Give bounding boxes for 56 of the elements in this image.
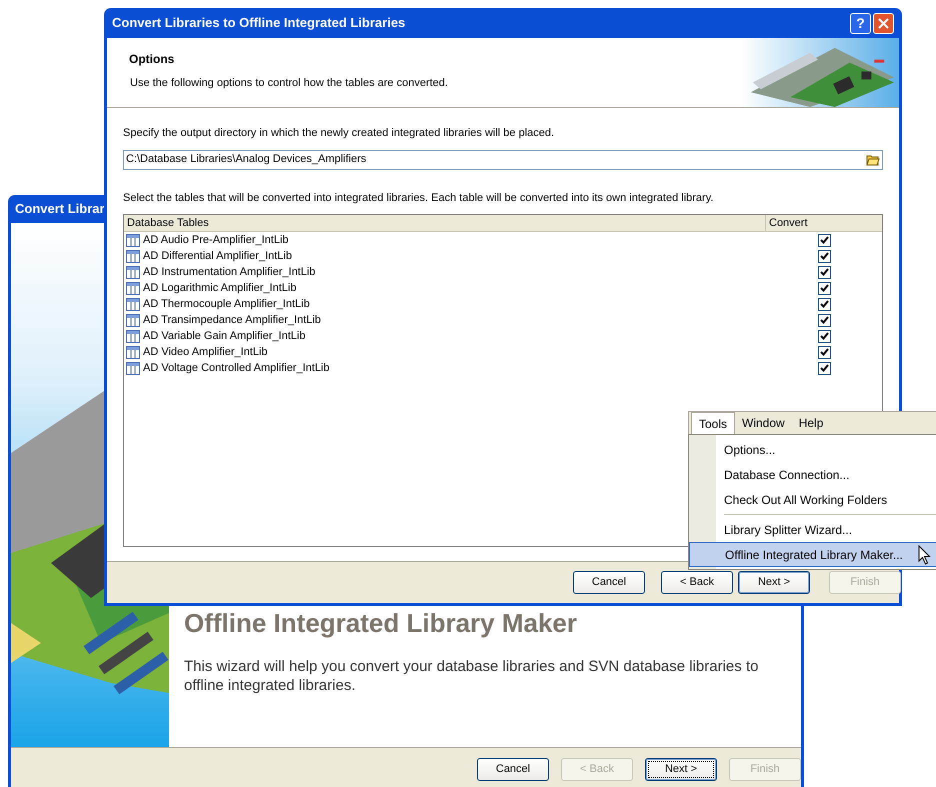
window-title: Convert Libraries to Offline Integrated Libraries xyxy=(112,14,406,32)
table-icon xyxy=(126,346,140,358)
menu-item[interactable]: Options... xyxy=(689,437,936,462)
directory-field[interactable]: C:\Database Libraries\Analog Devices_Amplifiers xyxy=(123,150,883,170)
menu-title[interactable]: Help xyxy=(792,412,830,434)
convert-checkbox[interactable] xyxy=(818,266,831,278)
table-icon xyxy=(126,314,140,326)
table-name: AD Logarithmic Amplifier_IntLib xyxy=(143,280,298,296)
close-icon xyxy=(878,18,889,28)
convert-checkbox[interactable] xyxy=(818,314,831,326)
table-name: AD Video Amplifier_IntLib xyxy=(143,344,269,360)
help-button[interactable]: ? xyxy=(850,12,871,34)
wizard-button[interactable]: Next > xyxy=(645,758,717,781)
page-title: Options xyxy=(129,51,176,68)
table-name: AD Transimpedance Amplifier_IntLib xyxy=(143,312,322,328)
table-name: AD Differential Amplifier_IntLib xyxy=(143,248,293,264)
convert-checkbox[interactable] xyxy=(818,234,831,246)
menu-item[interactable]: Check Out All Working Folders xyxy=(689,487,936,512)
table-name: AD Instrumentation Amplifier_IntLib xyxy=(143,264,316,280)
table-icon xyxy=(126,250,140,262)
table-name: AD Thermocouple Amplifier_IntLib xyxy=(143,296,311,312)
output-prompt: Specify the output directory in which the newly created integrated libraries will be placed. xyxy=(123,126,556,141)
table-icon xyxy=(126,330,140,342)
page-subtitle: Use the following options to control how the tables are converted. xyxy=(130,76,449,91)
wizard-heading: Offline Integrated Library Maker xyxy=(184,607,578,640)
table-icon xyxy=(126,234,140,246)
wizard-button[interactable]: Cancel xyxy=(477,758,549,781)
column-header[interactable]: Convert xyxy=(766,215,882,231)
table-icon xyxy=(126,362,140,374)
table-icon xyxy=(126,266,140,278)
wizard-button[interactable]: Next > xyxy=(738,571,810,594)
table-icon xyxy=(126,282,140,294)
menu-item[interactable]: Offline Integrated Library Maker... xyxy=(689,542,936,567)
convert-checkbox[interactable] xyxy=(818,362,831,374)
table-name: AD Variable Gain Amplifier_IntLib xyxy=(143,328,306,344)
table-name: AD Voltage Controlled Amplifier_IntLib xyxy=(143,360,330,376)
wizard-button[interactable]: < Back xyxy=(661,571,733,594)
table-icon xyxy=(126,298,140,310)
cursor-icon xyxy=(918,545,931,565)
table-name: AD Audio Pre-Amplifier_IntLib xyxy=(143,232,290,248)
menu-title[interactable]: Window xyxy=(735,412,792,434)
wizard-button[interactable]: Cancel xyxy=(573,571,645,594)
menu-item[interactable]: Library Splitter Wizard... xyxy=(689,517,936,542)
convert-checkbox[interactable] xyxy=(818,346,831,358)
column-header[interactable]: Database Tables xyxy=(124,215,766,231)
window-title: Convert Librar xyxy=(15,200,105,218)
menu-item[interactable]: Database Connection... xyxy=(689,462,936,487)
menu-title[interactable]: Tools xyxy=(691,412,736,434)
close-button[interactable] xyxy=(873,12,894,34)
convert-checkbox[interactable] xyxy=(818,298,831,310)
folder-icon[interactable] xyxy=(866,154,880,166)
convert-checkbox[interactable] xyxy=(818,330,831,342)
wizard-description: This wizard will help you convert your database libraries and SVN database libraries to offline integrated libraries. xyxy=(184,657,760,695)
convert-checkbox[interactable] xyxy=(818,250,831,262)
tables-prompt: Select the tables that will be converted into integrated libraries. Each table will be converted into its own integrated library. xyxy=(123,190,714,206)
convert-checkbox[interactable] xyxy=(818,282,831,294)
